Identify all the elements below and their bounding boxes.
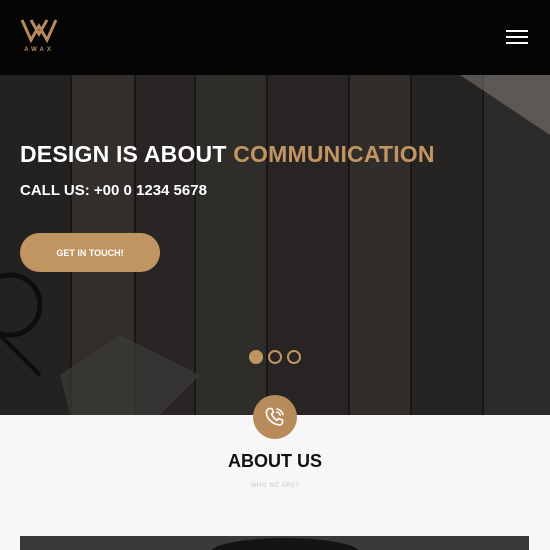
site-header: AWAX (0, 0, 550, 75)
slider-dots (249, 350, 306, 364)
hero-title-accent: COMMUNICATION (233, 141, 435, 167)
about-subtitle: WHO WE ARE? (250, 483, 300, 489)
logo-text: AWAX (24, 47, 54, 53)
slider-dot-3[interactable] (287, 350, 301, 364)
phone-icon (253, 395, 297, 439)
hamburger-menu-icon[interactable] (506, 28, 530, 46)
about-title: ABOUT US (228, 451, 322, 471)
hero-slider: DESIGN IS ABOUT COMMUNICATION CALL US: +… (0, 75, 550, 415)
hero-title: DESIGN IS ABOUT COMMUNICATION (20, 141, 435, 168)
hero-phone: CALL US: +00 0 1234 5678 (20, 182, 207, 199)
hero-title-main: DESIGN IS ABOUT (20, 141, 227, 167)
slider-dot-2[interactable] (268, 350, 282, 364)
about-image (20, 536, 529, 550)
logo-mark-icon (20, 19, 58, 44)
slider-dot-1[interactable] (249, 350, 263, 364)
about-section: ABOUT US WHO WE ARE? (0, 395, 550, 550)
logo[interactable]: AWAX (19, 16, 59, 56)
get-in-touch-button[interactable]: GET IN TOUCH! (20, 233, 160, 272)
